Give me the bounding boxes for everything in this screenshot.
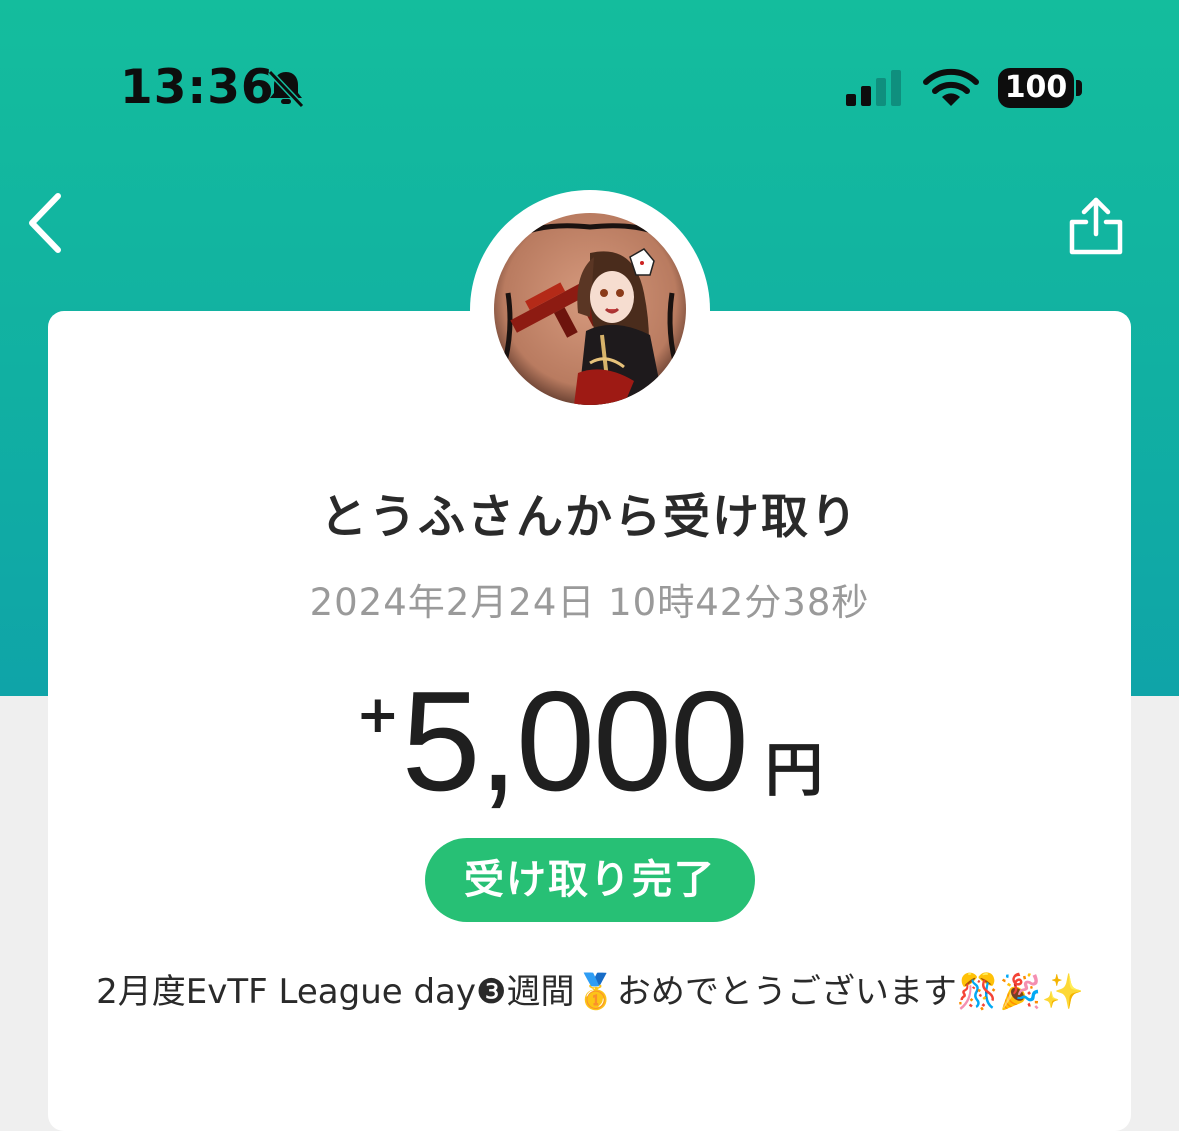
share-icon bbox=[1069, 197, 1123, 255]
avatar bbox=[494, 213, 686, 405]
transaction-title: とうふさんから受け取り bbox=[320, 490, 859, 545]
bell-slash-icon bbox=[267, 69, 305, 109]
share-button[interactable] bbox=[1066, 194, 1126, 256]
battery-tip bbox=[1076, 80, 1082, 96]
amount-value: 5,000 bbox=[401, 662, 749, 821]
cellular-signal-icon bbox=[846, 70, 901, 106]
wifi-icon bbox=[923, 68, 979, 106]
currency-unit: 円 bbox=[764, 736, 823, 804]
status-badge: 受け取り完了 bbox=[425, 838, 755, 922]
transaction-message: 2月度EvTF League day❸週間🥇おめでとうございます🎊🎉✨ bbox=[96, 972, 1084, 1012]
back-button[interactable] bbox=[22, 190, 72, 256]
transaction-datetime: 2024年2月24日 10時42分38秒 bbox=[309, 581, 870, 624]
battery-indicator: 100 bbox=[998, 68, 1074, 108]
status-time: 13:36 bbox=[120, 60, 275, 115]
amount-sign: + bbox=[356, 685, 400, 745]
chevron-left-icon bbox=[29, 193, 61, 253]
amount-row: +5,000 円 bbox=[0, 660, 1179, 824]
